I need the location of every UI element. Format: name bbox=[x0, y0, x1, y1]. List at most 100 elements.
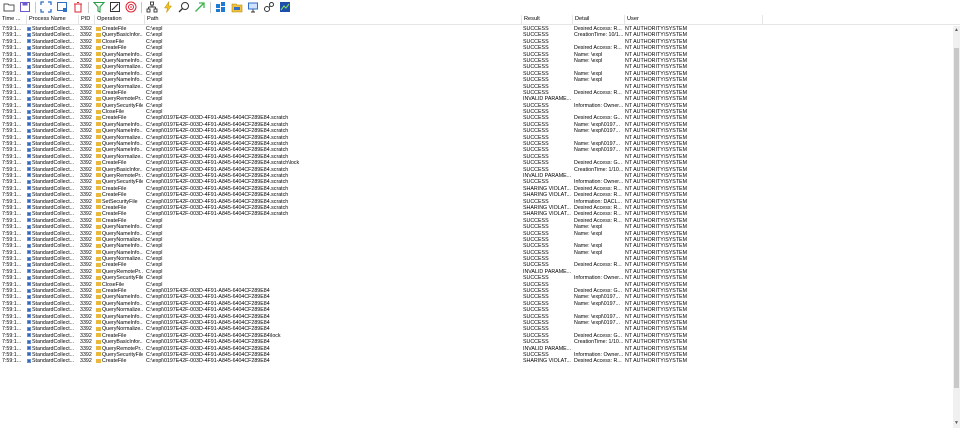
clear-icon[interactable] bbox=[71, 1, 84, 14]
highlight-icon[interactable] bbox=[108, 1, 121, 14]
column-header-user[interactable]: User bbox=[625, 15, 763, 24]
cell-pid-text: 3392 bbox=[80, 147, 92, 154]
cell-operation-text: CreateFile bbox=[102, 288, 127, 295]
cell-result-text: SUCCESS bbox=[523, 77, 549, 84]
column-header-process-name[interactable]: Process Name bbox=[27, 15, 79, 24]
column-header-pid[interactable]: PID bbox=[79, 15, 95, 24]
cell-path-text: C:\expl\0197E42F-003D-4F91-A845-6404CF28… bbox=[146, 179, 289, 186]
process-tree-icon[interactable] bbox=[145, 1, 158, 14]
scroll-down-icon[interactable]: ▼ bbox=[954, 420, 959, 426]
target-icon[interactable] bbox=[124, 1, 137, 14]
registry-icon[interactable] bbox=[214, 1, 227, 14]
cell-operation-text: QueryRemotePr... bbox=[102, 345, 143, 352]
cell-user-text: NT AUTHORITY\SYSTEM bbox=[625, 256, 688, 263]
process-icon bbox=[27, 39, 31, 44]
event-list[interactable]: 7:59:1... StandardCollect... 3392 CreateFil… bbox=[0, 26, 953, 426]
table-row[interactable]: 7:59:1... StandardCollect... 3392 CreateFil… bbox=[0, 358, 953, 364]
find-icon[interactable] bbox=[177, 1, 190, 14]
process-icon bbox=[27, 71, 31, 76]
autoscroll-icon[interactable] bbox=[39, 1, 52, 14]
cell-result-text: SUCCESS bbox=[523, 256, 549, 263]
cell-process-name-text: StandardCollect... bbox=[32, 204, 75, 211]
cell-path-text: C:\expl\0197E42F-003D-4F91-A845-6404CF28… bbox=[146, 332, 281, 339]
cell-pid-text: 3392 bbox=[80, 89, 92, 96]
folder-icon bbox=[96, 115, 101, 120]
scroll-up-icon[interactable]: ▲ bbox=[954, 27, 959, 33]
folder-icon bbox=[96, 205, 101, 210]
cell-pid-text: 3392 bbox=[80, 198, 92, 205]
cell-pid-text: 3392 bbox=[80, 172, 92, 179]
cell-result-text: SUCCESS bbox=[523, 64, 549, 71]
process-icon bbox=[27, 346, 31, 351]
cell-detail-text: Desired Access: G... bbox=[574, 332, 622, 339]
cell-detail-text: Name: \expl bbox=[574, 224, 603, 231]
cell-time-text: 7:59:1... bbox=[2, 64, 22, 71]
cell-time-text: 7:59:1... bbox=[2, 128, 22, 135]
cell-process-name-text: StandardCollect... bbox=[32, 70, 75, 77]
cell-path-text: C:\expl bbox=[146, 268, 163, 275]
cell-user-text: NT AUTHORITY\SYSTEM bbox=[625, 351, 688, 358]
cell-path-text: C:\expl\0197E42F-003D-4F91-A845-6404CF28… bbox=[146, 128, 289, 135]
cell-path-text: C:\expl bbox=[146, 77, 163, 84]
column-header-path[interactable]: Path bbox=[145, 15, 522, 24]
process-icon bbox=[27, 115, 31, 120]
cell-user-text: NT AUTHORITY\SYSTEM bbox=[625, 230, 688, 237]
filter-icon[interactable] bbox=[92, 1, 105, 14]
cell-time-text: 7:59:1... bbox=[2, 45, 22, 52]
cell-detail-text: Desired Access: R... bbox=[574, 26, 622, 32]
capture-icon[interactable] bbox=[55, 1, 68, 14]
folder-icon bbox=[96, 326, 101, 331]
cell-process-name-text: StandardCollect... bbox=[32, 172, 75, 179]
folder-icon bbox=[96, 45, 101, 50]
cell-path-text: C:\expl bbox=[146, 224, 163, 231]
cell-path-text: C:\expl bbox=[146, 57, 163, 64]
cell-process-name-text: StandardCollect... bbox=[32, 339, 75, 346]
toolbar bbox=[0, 0, 960, 14]
cell-result-text: SUCCESS bbox=[523, 83, 549, 90]
cell-path-text: C:\expl bbox=[146, 243, 163, 250]
cell-time-text: 7:59:1... bbox=[2, 326, 22, 333]
process-icon bbox=[27, 275, 31, 280]
cell-pid-text: 3392 bbox=[80, 26, 92, 32]
filesystem-icon[interactable] bbox=[230, 1, 243, 14]
cell-operation-text: QueryNameInfo... bbox=[102, 230, 143, 237]
cell-time-text: 7:59:1... bbox=[2, 281, 22, 288]
column-header-result[interactable]: Result bbox=[522, 15, 573, 24]
lightning-icon[interactable] bbox=[161, 1, 174, 14]
column-header-operation[interactable]: Operation bbox=[95, 15, 145, 24]
cell-detail-text: Information: Owner... bbox=[574, 179, 624, 186]
cell-user-text: NT AUTHORITY\SYSTEM bbox=[625, 358, 688, 365]
folder-icon bbox=[96, 71, 101, 76]
cell-process-name-text: StandardCollect... bbox=[32, 51, 75, 58]
save-icon[interactable] bbox=[18, 1, 31, 14]
cell-user-text: NT AUTHORITY\SYSTEM bbox=[625, 109, 688, 116]
cell-operation-text: QueryNameInfo... bbox=[102, 128, 143, 135]
cell-pid-text: 3392 bbox=[80, 77, 92, 84]
cell-time-text: 7:59:1... bbox=[2, 332, 22, 339]
cell-pid-text: 3392 bbox=[80, 288, 92, 295]
folder-icon bbox=[96, 103, 101, 108]
profiling-icon[interactable] bbox=[278, 1, 291, 14]
open-icon[interactable] bbox=[2, 1, 15, 14]
cell-detail-text: Desired Access: R... bbox=[574, 358, 622, 365]
cell-detail: Desired Access: R... bbox=[574, 358, 625, 364]
column-header-time[interactable]: Time ... bbox=[0, 15, 27, 24]
cell-user-text: NT AUTHORITY\SYSTEM bbox=[625, 307, 688, 314]
network-icon[interactable] bbox=[246, 1, 259, 14]
process-icon bbox=[27, 173, 31, 178]
process-thread-icon[interactable] bbox=[262, 1, 275, 14]
scrollbar-thumb[interactable] bbox=[954, 48, 959, 388]
jump-icon[interactable] bbox=[193, 1, 206, 14]
process-icon bbox=[27, 262, 31, 267]
column-header-detail[interactable]: Detail bbox=[573, 15, 625, 24]
folder-icon bbox=[96, 288, 101, 293]
folder-icon bbox=[96, 218, 101, 223]
cell-process-name-text: StandardCollect... bbox=[32, 326, 75, 333]
cell-result-text: SUCCESS bbox=[523, 217, 549, 224]
cell-pid-text: 3392 bbox=[80, 268, 92, 275]
cell-process-name-text: StandardCollect... bbox=[32, 102, 75, 109]
cell-operation-text: QueryNameInfo... bbox=[102, 294, 143, 301]
process-icon bbox=[27, 326, 31, 331]
cell-pid-text: 3392 bbox=[80, 345, 92, 352]
cell-user-text: NT AUTHORITY\SYSTEM bbox=[625, 192, 688, 199]
